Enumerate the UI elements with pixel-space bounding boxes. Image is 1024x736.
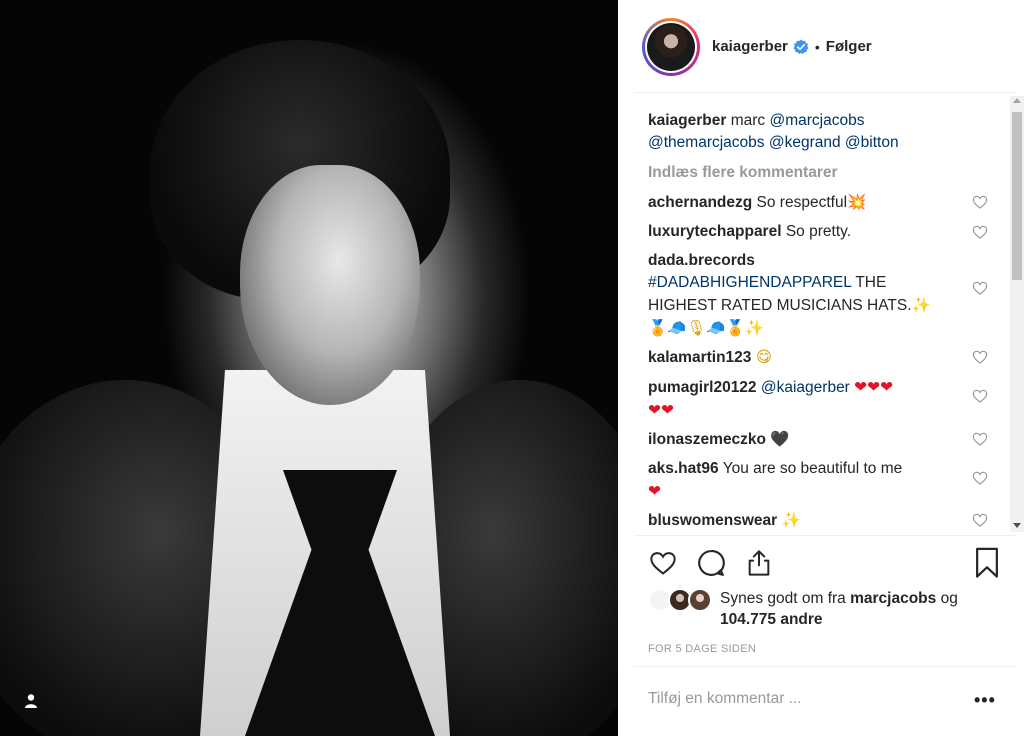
bookmark-icon	[976, 547, 998, 578]
comment-emoji-line: 🏅🧢🎙🧢🏅✨	[648, 319, 765, 337]
avatar[interactable]	[642, 17, 700, 76]
comment-username[interactable]: kalamartin123	[648, 349, 751, 366]
post-actions-bar	[646, 546, 1008, 582]
comment-emoji: 😋	[755, 348, 772, 366]
comment-item: dada.brecords #DADABHIGHENDAPPAREL THE H…	[648, 250, 988, 339]
comment-emoji: ✨	[781, 511, 801, 529]
comment-item: bluswomenswear ✨	[648, 509, 988, 532]
comment-username[interactable]: dada.brecords	[648, 252, 755, 269]
comment-text: You are so beautiful to me	[722, 460, 903, 477]
comment-like-heart-icon[interactable]	[972, 388, 988, 404]
liker-avatars[interactable]	[648, 588, 718, 612]
likes-count: 104.775	[720, 611, 777, 628]
scroll-up-arrow-icon[interactable]	[1013, 98, 1021, 103]
likes-summary: Synes godt om fra marcjacobs og 104.775 …	[648, 588, 998, 630]
liker-avatar	[688, 588, 712, 612]
caption-mention[interactable]: @bitton	[845, 134, 899, 151]
comment-emoji-line: ❤	[648, 482, 661, 500]
comment-like-heart-icon[interactable]	[972, 194, 988, 210]
comment-icon	[698, 550, 725, 576]
actions-divider	[634, 535, 1016, 536]
photo-face	[240, 165, 420, 405]
likes-user-link[interactable]: marcjacobs	[850, 590, 936, 607]
caption-mention[interactable]: @marcjacobs	[770, 112, 865, 129]
caption-text: marc	[730, 112, 766, 129]
post-side-panel: kaiagerber • Følger kaiagerber marc @mar…	[618, 0, 1024, 736]
comment-text: So pretty.	[785, 223, 852, 240]
post-photo[interactable]	[0, 0, 618, 736]
comment-mention[interactable]: @kaiagerber	[761, 379, 850, 396]
comment-hashtag[interactable]: #DADABHIGHENDAPPAREL	[648, 274, 851, 291]
avatar-image	[647, 22, 695, 71]
header-username[interactable]: kaiagerber	[712, 38, 788, 55]
comment-like-heart-icon[interactable]	[972, 431, 988, 447]
tagged-users-icon[interactable]	[18, 688, 44, 714]
caption-username[interactable]: kaiagerber	[648, 112, 726, 129]
comment-item: achernandezg So respectful💥	[648, 191, 988, 214]
likes-suffix: andre	[780, 611, 823, 628]
verified-badge-icon	[793, 39, 809, 54]
post-timestamp[interactable]: FOR 5 DAGE SIDEN	[648, 643, 756, 655]
comment-item: ilonaszemeczko 🖤	[648, 428, 988, 451]
comment-like-heart-icon[interactable]	[972, 280, 988, 296]
likes-text: Synes godt om fra marcjacobs og 104.775 …	[720, 588, 998, 630]
comment-username[interactable]: bluswomenswear	[648, 512, 777, 529]
comment-username[interactable]: pumagirl20122	[648, 379, 757, 396]
following-button[interactable]: Følger	[826, 38, 872, 55]
comment-text: So respectful	[756, 194, 848, 211]
heart-icon	[650, 552, 676, 575]
comments-scrollbar[interactable]	[1010, 96, 1024, 532]
post-caption: kaiagerber marc @marcjacobs @themarcjaco…	[648, 110, 948, 154]
comment-item: pumagirl20122 @kaiagerber ❤❤❤ ❤❤	[648, 376, 988, 421]
comment-emoji: ❤❤❤	[854, 378, 894, 396]
comment-emoji: ✨	[911, 296, 931, 314]
comment-username[interactable]: ilonaszemeczko	[648, 431, 766, 448]
scroll-down-arrow-icon[interactable]	[1013, 523, 1021, 528]
comment-like-heart-icon[interactable]	[972, 512, 988, 528]
comment-item: kalamartin123 😋	[648, 346, 988, 369]
more-options-button[interactable]: •••	[974, 690, 998, 710]
comment-item: aks.hat96 You are so beautiful to me ❤	[648, 458, 988, 502]
header-divider	[634, 92, 1016, 93]
comment-emoji: 🖤	[770, 430, 790, 448]
likes-count-link[interactable]: 104.775 andre	[720, 611, 823, 628]
comment-item: luxurytechapparel So pretty.	[648, 221, 988, 243]
comments-list[interactable]: kaiagerber marc @marcjacobs @themarcjaco…	[618, 100, 1010, 532]
comment-username[interactable]: aks.hat96	[648, 460, 719, 477]
likes-middle: og	[940, 590, 958, 607]
comment-like-heart-icon[interactable]	[972, 349, 988, 365]
load-more-comments-button[interactable]: Indlæs flere kommentarer	[648, 162, 1010, 184]
scrollbar-thumb[interactable]	[1012, 112, 1022, 280]
comment-button[interactable]	[694, 546, 728, 580]
post-header: kaiagerber • Følger	[618, 0, 1024, 93]
caption-mention[interactable]: @themarcjacobs	[648, 134, 765, 151]
share-icon	[748, 550, 770, 576]
comment-emoji-line: ❤❤	[648, 401, 674, 419]
save-button[interactable]	[970, 546, 1004, 580]
comment-like-heart-icon[interactable]	[972, 224, 988, 240]
comment-username[interactable]: achernandezg	[648, 194, 752, 211]
comment-username[interactable]: luxurytechapparel	[648, 223, 782, 240]
likes-prefix: Synes godt om fra	[720, 590, 846, 607]
caption-mention[interactable]: @kegrand	[769, 134, 841, 151]
like-button[interactable]	[646, 546, 680, 580]
comment-input-divider	[634, 666, 1016, 667]
share-button[interactable]	[742, 546, 776, 580]
add-comment-input[interactable]: Tilføj en kommentar ...	[648, 690, 802, 708]
comment-like-heart-icon[interactable]	[972, 470, 988, 486]
comment-emoji: 💥	[847, 193, 867, 211]
header-separator: •	[814, 38, 820, 55]
